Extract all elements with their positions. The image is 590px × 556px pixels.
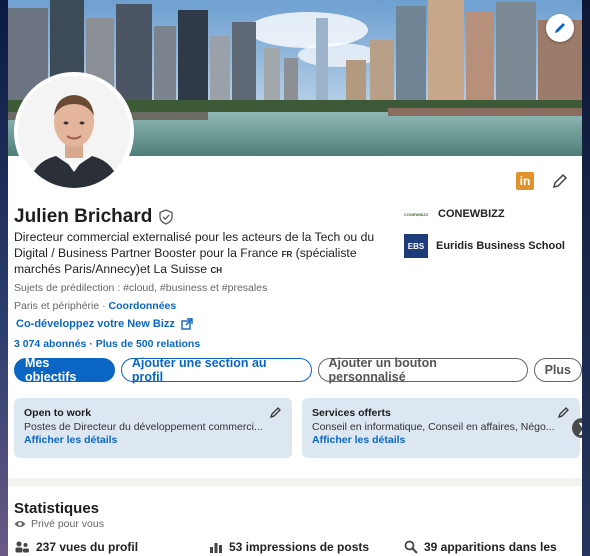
statistics-title: Statistiques [14, 500, 100, 517]
left-backdrop [0, 0, 8, 556]
custom-button-link[interactable]: Co-développez votre New Bizz [16, 318, 193, 330]
post-impressions-metric[interactable]: 53 impressions de posts [209, 540, 404, 554]
add-section-button[interactable]: Ajouter une section au profil [120, 356, 312, 384]
profile-topics: Sujets de prédilection : #cloud, #busine… [14, 282, 268, 294]
fr-flag: FR [281, 249, 293, 259]
panel-details-link[interactable]: Afficher les détails [312, 434, 570, 446]
profile-top-icons: in [516, 172, 568, 190]
panel-description: Postes de Directeur du développement com… [24, 421, 263, 433]
add-custom-button[interactable]: Ajouter un bouton personnalisé [317, 356, 528, 384]
pencil-icon [555, 23, 565, 33]
panel-title: Open to work [24, 407, 92, 419]
followers-connections-link[interactable]: 3 074 abonnés · Plus de 500 relations [14, 338, 200, 350]
more-button[interactable]: Plus [533, 358, 582, 382]
people-icon [15, 541, 29, 553]
contact-info-link[interactable]: Coordonnées [109, 300, 177, 312]
org-conewbizz[interactable]: CONEWBIZZ CONEWBIZZ [404, 208, 574, 220]
profile-actions: Mes objectifs Ajouter une section au pro… [14, 356, 582, 384]
profile-photo[interactable] [14, 72, 134, 192]
private-notice: Privé pour vous [14, 518, 104, 530]
euridis-logo: EBS [404, 234, 428, 258]
organizations: CONEWBIZZ CONEWBIZZ EBS Euridis Business… [404, 208, 574, 272]
panel-title: Services offerts [312, 407, 391, 419]
open-to-work-panel[interactable]: Open to work Postes de Directeur du déve… [14, 398, 292, 458]
goals-button[interactable]: Mes objectifs [14, 356, 115, 384]
ch-flag: CH [210, 266, 223, 275]
pencil-icon[interactable] [558, 406, 570, 418]
search-appearances-metric[interactable]: 39 apparitions dans les [404, 540, 557, 554]
panel-description: Conseil en informatique, Conseil en affa… [312, 421, 555, 433]
services-panel[interactable]: Services offerts Conseil en informatique… [302, 398, 580, 458]
bar-chart-icon [210, 543, 222, 553]
right-backdrop [582, 0, 590, 556]
pencil-icon[interactable] [270, 406, 282, 418]
conewbizz-logo: CONEWBIZZ [404, 211, 429, 217]
edit-profile-pencil-icon[interactable] [552, 173, 568, 189]
verified-shield-icon[interactable] [158, 209, 174, 225]
eye-icon [14, 521, 26, 527]
name-row: Julien Brichard [14, 206, 174, 228]
section-divider [8, 478, 582, 486]
panel-details-link[interactable]: Afficher les détails [24, 434, 282, 446]
profile-panels: Open to work Postes de Directeur du déve… [14, 398, 580, 458]
search-icon [404, 540, 418, 554]
external-link-icon [181, 318, 193, 330]
profile-headline: Directeur commercial externalisé pour le… [14, 230, 375, 276]
profile-name: Julien Brichard [14, 206, 153, 227]
edit-banner-button[interactable] [546, 14, 574, 42]
profile-location: Paris et périphérie · Coordonnées [14, 300, 177, 312]
org-euridis[interactable]: EBS Euridis Business School [404, 234, 574, 258]
statistics-metrics: 237 vues du profil 53 impressions de pos… [14, 540, 574, 554]
profile-views-metric[interactable]: 237 vues du profil [14, 540, 209, 554]
linkedin-icon[interactable]: in [516, 172, 534, 190]
profile-card: in Julien Brichard Directeur commercial … [8, 0, 582, 556]
